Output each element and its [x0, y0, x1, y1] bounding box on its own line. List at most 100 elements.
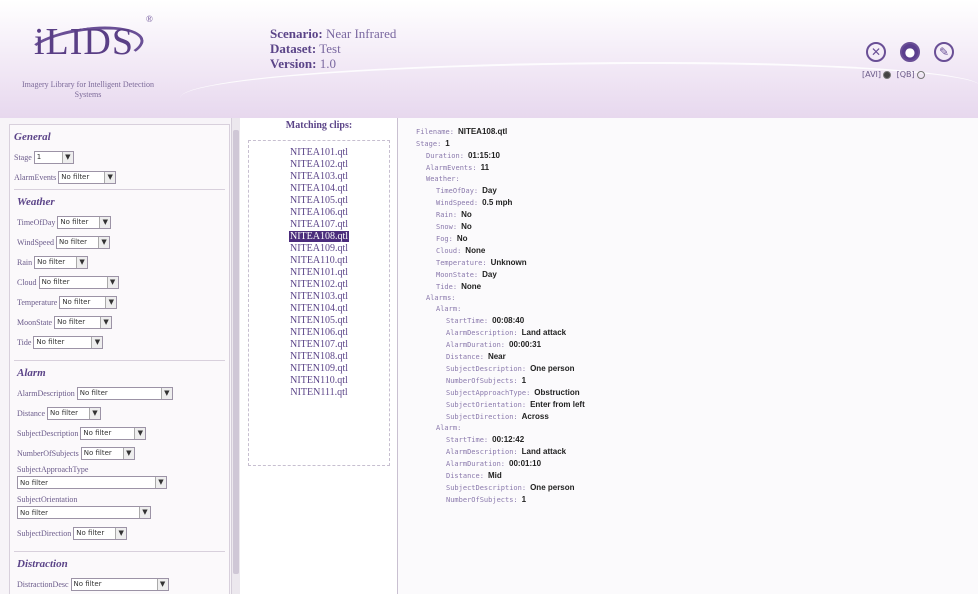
weather-row: WindSpeed No filter ▼ — [17, 234, 222, 250]
distraction-group: Distraction DistractionDesc No filter ▼ — [14, 551, 225, 594]
clip-item-label: NITEA104.qtl — [289, 183, 349, 194]
detail-value: 01:15:10 — [467, 151, 500, 160]
direction-select[interactable]: No filter ▼ — [73, 526, 128, 540]
detail-key: Temperature: — [436, 259, 487, 267]
format-qb-label: [QB] — [896, 70, 915, 79]
detail-key: AlarmDuration: — [446, 341, 506, 349]
clip-item-label: NITEA103.qtl — [289, 171, 349, 182]
filters-scrollbar[interactable] — [231, 118, 240, 594]
clip-item-label: NITEA102.qtl — [289, 159, 349, 170]
stage-select-value: 1 — [36, 153, 42, 161]
orientation-row: SubjectOrientation No filter ▼ — [17, 495, 222, 519]
clip-item[interactable]: NITEN104.qtl — [249, 303, 389, 315]
scenario-label: Scenario: — [270, 26, 323, 41]
alarm-events-select[interactable]: No filter ▼ — [58, 170, 117, 184]
distance-select[interactable]: No filter ▼ — [47, 406, 101, 420]
chevron-down-icon: ▼ — [104, 171, 116, 183]
clip-item[interactable]: NITEN107.qtl — [249, 339, 389, 351]
detail-key: Filename: — [416, 128, 454, 136]
clip-item[interactable]: NITEA109.qtl — [249, 243, 389, 255]
clip-item[interactable]: NITEA104.qtl — [249, 183, 389, 195]
detail-key: Alarm: — [436, 424, 462, 432]
distraction-select[interactable]: No filter ▼ — [70, 577, 169, 591]
record-icon[interactable]: ● — [900, 42, 920, 62]
number-of-subjects-select[interactable]: No filter ▼ — [80, 446, 135, 460]
clip-item[interactable]: NITEA102.qtl — [249, 159, 389, 171]
clip-item[interactable]: NITEA110.qtl — [249, 255, 389, 267]
chevron-down-icon: ▼ — [139, 507, 150, 518]
detail-row: AlarmDuration: 00:00:31 — [416, 339, 585, 351]
cloud-select[interactable]: No filter ▼ — [38, 275, 119, 289]
detail-row: Alarm: — [416, 423, 585, 434]
clip-item[interactable]: NITEN110.qtl — [249, 375, 389, 387]
detail-row: StartTime: 00:12:42 — [416, 434, 585, 446]
detail-value: One person — [530, 483, 575, 492]
chevron-down-icon: ▼ — [160, 387, 172, 399]
weather-row: Rain No filter ▼ — [17, 254, 222, 270]
approach-row: SubjectApproachType No filter ▼ — [17, 465, 222, 489]
time-of-day-select[interactable]: No filter ▼ — [57, 215, 112, 229]
details-pane: Filename: NITEA108.qtl Stage: 1 Duration: 01:… — [398, 118, 978, 594]
detail-value: 1 — [521, 376, 527, 385]
clip-item[interactable]: NITEN109.qtl — [249, 363, 389, 375]
clip-item-label: NITEA105.qtl — [289, 195, 349, 206]
clip-item[interactable]: NITEN103.qtl — [249, 291, 389, 303]
weather-row: MoonState No filter ▼ — [17, 314, 222, 330]
select-value: No filter — [60, 218, 89, 226]
detail-row: SubjectOrientation: Enter from left — [416, 399, 585, 411]
clip-item[interactable]: NITEN101.qtl — [249, 267, 389, 279]
stage-select[interactable]: 1 ▼ — [33, 150, 74, 164]
detail-row: Duration: 01:15:10 — [416, 150, 585, 162]
temperature-select[interactable]: No filter ▼ — [59, 295, 118, 309]
clip-item[interactable]: NITEN111.qtl — [249, 387, 389, 399]
scenario-info: Scenario: Near Infrared Dataset: Test Ve… — [270, 26, 396, 71]
scrollbar-thumb[interactable] — [233, 130, 239, 574]
subject-description-select[interactable]: No filter ▼ — [80, 426, 147, 440]
detail-key: TimeOfDay: — [436, 187, 479, 195]
format-avi-radio[interactable] — [883, 70, 892, 79]
clip-item[interactable]: NITEN106.qtl — [249, 327, 389, 339]
logo-tagline: Imagery Library for Intelligent Detectio… — [22, 80, 154, 99]
detail-row: MoonState: Day — [416, 269, 585, 281]
clip-item[interactable]: NITEN102.qtl — [249, 279, 389, 291]
clip-item[interactable]: NITEA105.qtl — [249, 195, 389, 207]
clip-item[interactable]: NITEA101.qtl — [249, 147, 389, 159]
detail-key: Duration: — [426, 152, 464, 160]
detail-value: Land attack — [521, 328, 567, 337]
logo: iLIDS ® Imagery Library for Intelligent … — [8, 14, 168, 106]
alarm-row: Distance No filter ▼ — [17, 405, 222, 421]
clip-item[interactable]: NITEN105.qtl — [249, 315, 389, 327]
detail-row: Cloud: None — [416, 245, 585, 257]
clip-item[interactable]: NITEA108.qtl — [249, 231, 389, 243]
moon-state-select[interactable]: No filter ▼ — [54, 315, 113, 329]
clips-list-box: NITEA101.qtl NITEA102.qtl NITEA103.qtl NITE… — [248, 140, 390, 466]
weather-group: Weather TimeOfDay No filter ▼ WindSpeed No … — [14, 189, 225, 356]
detail-value: Day — [482, 270, 497, 279]
distraction-label: DistractionDesc — [17, 579, 69, 589]
alarm-description-select[interactable]: No filter ▼ — [76, 386, 173, 400]
alarm-row: NumberOfSubjects No filter ▼ — [17, 445, 222, 461]
clip-item-label: NITEN105.qtl — [289, 315, 349, 326]
tide-select[interactable]: No filter ▼ — [33, 335, 104, 349]
clip-item-label: NITEN106.qtl — [289, 327, 349, 338]
clip-item-label: NITEN107.qtl — [289, 339, 349, 350]
rain-select[interactable]: No filter ▼ — [34, 255, 89, 269]
edit-icon[interactable]: ✎ — [934, 42, 954, 62]
clip-item-label: NITEN110.qtl — [290, 375, 348, 386]
close-icon[interactable]: ✕ — [866, 42, 886, 62]
detail-row: Distance: Mid — [416, 470, 585, 482]
detail-row: Alarms: — [416, 293, 585, 304]
approach-select[interactable]: No filter ▼ — [17, 476, 167, 489]
clip-item[interactable]: NITEA106.qtl — [249, 207, 389, 219]
format-qb-radio[interactable] — [916, 70, 925, 79]
detail-row: SubjectDescription: One person — [416, 482, 585, 494]
alarm-group: Alarm AlarmDescription No filter ▼ Distanc… — [14, 360, 225, 547]
detail-row: StartTime: 00:08:40 — [416, 315, 585, 327]
clip-item[interactable]: NITEA103.qtl — [249, 171, 389, 183]
clip-item[interactable]: NITEA107.qtl — [249, 219, 389, 231]
orientation-select[interactable]: No filter ▼ — [17, 506, 151, 519]
wind-speed-select[interactable]: No filter ▼ — [56, 235, 111, 249]
chevron-down-icon: ▼ — [76, 256, 88, 268]
clip-item[interactable]: NITEN108.qtl — [249, 351, 389, 363]
detail-key: AlarmEvents: — [426, 164, 477, 172]
